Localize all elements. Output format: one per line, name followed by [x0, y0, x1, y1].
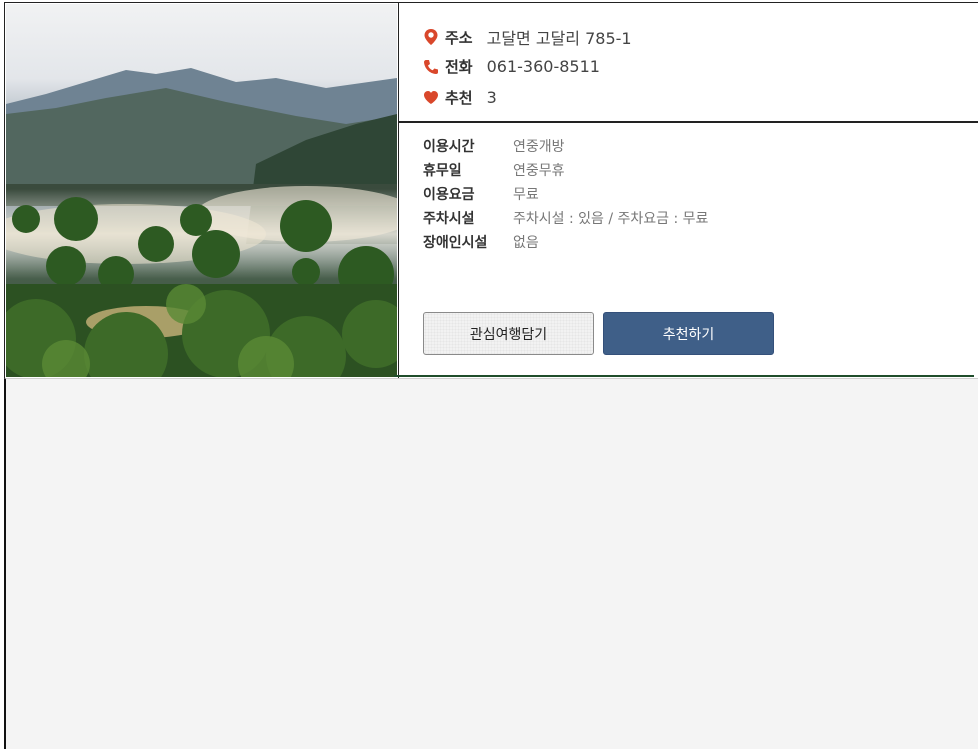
content-area [4, 378, 978, 749]
detail-key: 장애인시설 [423, 235, 488, 251]
recommend-label: 추천 [445, 89, 473, 107]
detail-row-closed: 휴무일 연중무휴 [423, 158, 708, 182]
info-panel: 주소 고달면 고달리 785-1 전화 061-360-8511 추천 3 이용… [399, 3, 978, 378]
phone-icon [423, 59, 439, 75]
address-label: 주소 [445, 28, 473, 47]
horizontal-divider [399, 121, 978, 123]
detail-key: 주차시설 [423, 211, 475, 227]
detail-value: 주차시설 : 있음 / 주차요금 : 무료 [513, 211, 709, 227]
attraction-header: 주소 고달면 고달리 785-1 전화 061-360-8511 추천 3 이용… [4, 2, 978, 378]
recommend-button[interactable]: 추천하기 [603, 312, 774, 355]
landscape-illustration [6, 68, 397, 377]
detail-value: 무료 [513, 187, 539, 203]
detail-row-fee: 이용요금 무료 [423, 182, 708, 206]
recommend-row: 추천 3 [423, 87, 497, 108]
detail-row-hours: 이용시간 연중개방 [423, 134, 708, 158]
address-value: 고달면 고달리 785-1 [486, 29, 632, 48]
detail-key: 휴무일 [423, 163, 462, 179]
recommend-count: 3 [486, 88, 497, 107]
detail-value: 연중무휴 [513, 163, 565, 179]
address-row: 주소 고달면 고달리 785-1 [423, 25, 632, 49]
section-divider [394, 375, 974, 377]
phone-label: 전화 [445, 58, 473, 76]
attraction-photo [6, 4, 397, 377]
detail-key: 이용요금 [423, 187, 475, 203]
phone-row: 전화 061-360-8511 [423, 56, 600, 77]
detail-key: 이용시간 [423, 139, 475, 155]
add-to-favorites-button[interactable]: 관심여행담기 [423, 312, 594, 355]
heart-icon [423, 90, 439, 106]
map-pin-icon [423, 29, 439, 45]
detail-row-parking: 주차시설 주차시설 : 있음 / 주차요금 : 무료 [423, 206, 708, 230]
detail-value: 없음 [513, 235, 539, 251]
detail-value: 연중개방 [513, 139, 565, 155]
detail-row-accessibility: 장애인시설 없음 [423, 230, 708, 254]
phone-value[interactable]: 061-360-8511 [487, 57, 600, 76]
detail-list: 이용시간 연중개방 휴무일 연중무휴 이용요금 무료 주차시설 주차시설 : 있… [423, 134, 708, 254]
contact-section: 주소 고달면 고달리 785-1 전화 061-360-8511 추천 3 [399, 3, 978, 121]
